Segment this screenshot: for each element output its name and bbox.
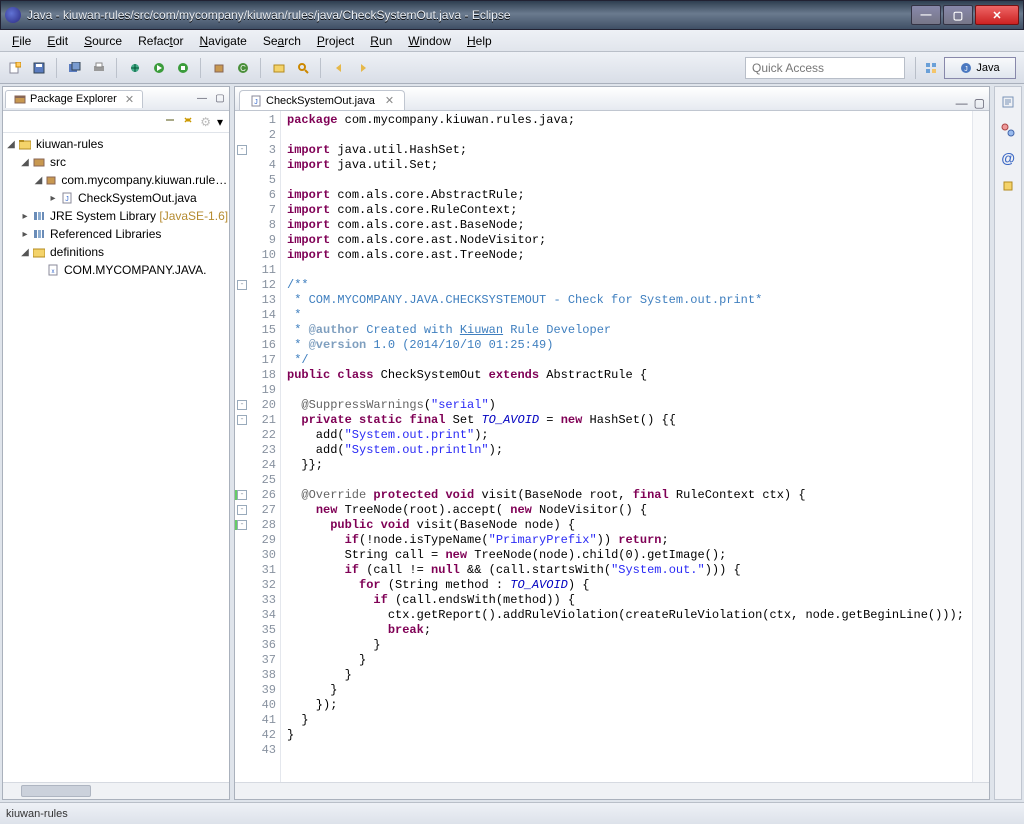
- code-editor[interactable]: 12-34567891011-1213141516171819-20-21222…: [235, 111, 989, 782]
- tree-java-file[interactable]: ▸ J CheckSystemOut.java: [5, 189, 229, 207]
- java-file-icon: J: [59, 190, 75, 206]
- tree-referenced-libs[interactable]: ▸ Referenced Libraries: [5, 225, 229, 243]
- maximize-view-button[interactable]: ▢: [213, 92, 227, 106]
- java-file-icon: J: [250, 95, 262, 107]
- workspace: Package Explorer ✕ — ▢ ⚙ ▾ ◢ kiuwan-rule…: [0, 84, 1024, 802]
- new-button[interactable]: [4, 57, 26, 79]
- minimize-view-button[interactable]: —: [195, 92, 209, 106]
- menu-navigate[interactable]: Navigate: [191, 32, 254, 50]
- new-class-button[interactable]: C: [232, 57, 254, 79]
- outline-view-icon[interactable]: [999, 93, 1017, 111]
- editor-tab-checksystemout[interactable]: J CheckSystemOut.java ✕: [239, 90, 405, 110]
- maximize-button[interactable]: ▢: [943, 5, 973, 25]
- status-text: kiuwan-rules: [6, 808, 68, 820]
- editor-hscroll[interactable]: [235, 782, 989, 799]
- svg-text:C: C: [240, 64, 246, 73]
- menu-bar: File Edit Source Refactor Navigate Searc…: [0, 30, 1024, 52]
- menu-edit[interactable]: Edit: [39, 32, 76, 50]
- menu-search[interactable]: Search: [255, 32, 309, 50]
- minimize-button[interactable]: —: [911, 5, 941, 25]
- package-explorer-hscroll[interactable]: [3, 782, 229, 799]
- task-list-icon[interactable]: [999, 121, 1017, 139]
- xml-file-icon: x: [45, 262, 61, 278]
- view-menu-button[interactable]: ▾: [217, 115, 223, 129]
- menu-refactor[interactable]: Refactor: [130, 32, 191, 50]
- nav-back-button[interactable]: [328, 57, 350, 79]
- library-icon: [31, 208, 47, 224]
- menu-project[interactable]: Project: [309, 32, 362, 50]
- link-editor-button[interactable]: [182, 114, 194, 129]
- save-button[interactable]: [28, 57, 50, 79]
- close-button[interactable]: ✕: [975, 5, 1019, 25]
- source-folder-icon: [31, 154, 47, 170]
- library-icon: [31, 226, 47, 242]
- app-icon: [5, 7, 21, 23]
- package-explorer-view: Package Explorer ✕ — ▢ ⚙ ▾ ◢ kiuwan-rule…: [2, 86, 230, 800]
- run-button[interactable]: [148, 57, 170, 79]
- new-package-button[interactable]: [208, 57, 230, 79]
- save-all-button[interactable]: [64, 57, 86, 79]
- search-button[interactable]: [292, 57, 314, 79]
- tree-jre[interactable]: ▸ JRE System Library [JavaSE-1.6]: [5, 207, 229, 225]
- editor-tab-close-icon[interactable]: ✕: [385, 94, 394, 107]
- collapse-all-button[interactable]: [164, 114, 176, 129]
- tree-definitions[interactable]: ◢ definitions: [5, 243, 229, 261]
- editor-minimize-button[interactable]: —: [956, 96, 968, 110]
- package-explorer-title: Package Explorer: [30, 93, 117, 105]
- main-toolbar: C Quick Access J Java: [0, 52, 1024, 84]
- status-bar: kiuwan-rules: [0, 802, 1024, 824]
- tree-defs-file[interactable]: x COM.MYCOMPANY.JAVA.: [5, 261, 229, 279]
- run-last-button[interactable]: [172, 57, 194, 79]
- svg-text:x: x: [52, 269, 55, 275]
- folder-icon: [31, 244, 47, 260]
- declaration-view-icon[interactable]: [999, 177, 1017, 195]
- print-button[interactable]: [88, 57, 110, 79]
- menu-file[interactable]: File: [4, 32, 39, 50]
- debug-button[interactable]: [124, 57, 146, 79]
- tree-package[interactable]: ◢ com.mycompany.kiuwan.rules.java: [5, 171, 229, 189]
- perspective-switcher: J Java: [915, 57, 1020, 79]
- menu-window[interactable]: Window: [400, 32, 459, 50]
- package-explorer-tab[interactable]: Package Explorer ✕: [5, 90, 143, 108]
- menu-source[interactable]: Source: [76, 32, 130, 50]
- nav-forward-button[interactable]: [352, 57, 374, 79]
- tab-pin-icon: ✕: [125, 93, 134, 106]
- package-icon: [44, 172, 58, 188]
- menu-help[interactable]: Help: [459, 32, 500, 50]
- package-explorer-toolbar: ⚙ ▾: [3, 111, 229, 133]
- editor-gutter[interactable]: 12-34567891011-1213141516171819-20-21222…: [235, 111, 281, 782]
- tree-project[interactable]: ◢ kiuwan-rules: [5, 135, 229, 153]
- quick-access-input[interactable]: Quick Access: [745, 57, 905, 79]
- package-icon: [14, 93, 26, 105]
- svg-text:J: J: [65, 196, 69, 203]
- svg-text:J: J: [254, 99, 258, 106]
- project-icon: [17, 136, 33, 152]
- tree-src[interactable]: ◢ src: [5, 153, 229, 171]
- svg-text:J: J: [965, 66, 969, 73]
- editor-vscroll[interactable]: [972, 111, 989, 782]
- window-titlebar: Java - kiuwan-rules/src/com/mycompany/ki…: [0, 0, 1024, 30]
- window-title: Java - kiuwan-rules/src/com/mycompany/ki…: [27, 8, 911, 22]
- editor-maximize-button[interactable]: ▢: [974, 96, 985, 110]
- perspective-java[interactable]: J Java: [944, 57, 1016, 79]
- javadoc-view-icon[interactable]: @: [999, 149, 1017, 167]
- right-trim: @: [994, 86, 1022, 800]
- open-perspective-button[interactable]: [920, 57, 942, 79]
- perspective-java-label: Java: [976, 62, 999, 74]
- package-explorer-tree[interactable]: ◢ kiuwan-rules ◢ src ◢ com.mycompany.kiu…: [3, 133, 229, 782]
- filters-button[interactable]: ⚙: [200, 115, 211, 129]
- editor-code[interactable]: package com.mycompany.kiuwan.rules.java;…: [281, 111, 972, 782]
- open-type-button[interactable]: [268, 57, 290, 79]
- menu-run[interactable]: Run: [362, 32, 400, 50]
- editor-area: J CheckSystemOut.java ✕ — ▢ 12-345678910…: [234, 86, 990, 800]
- editor-tab-title: CheckSystemOut.java: [266, 95, 375, 107]
